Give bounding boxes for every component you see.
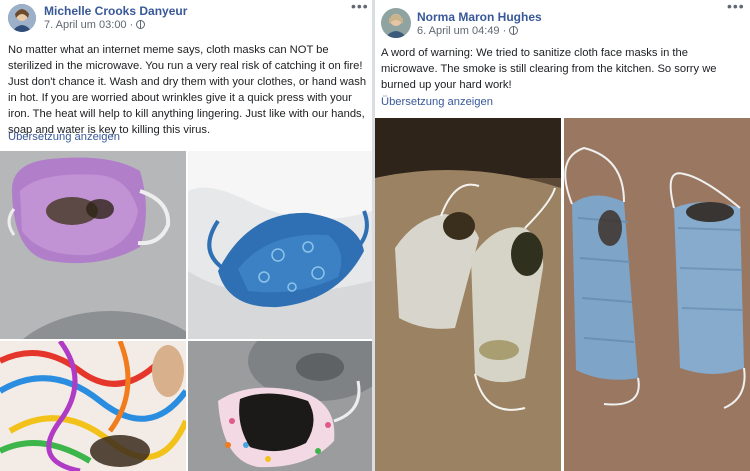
photo-burnt-surgical-masks[interactable] bbox=[564, 118, 750, 471]
more-options-icon[interactable]: ••• bbox=[727, 0, 745, 14]
post-timestamp[interactable]: 6. April um 04:49 · bbox=[417, 25, 519, 37]
author-name[interactable]: Norma Maron Hughes bbox=[417, 10, 542, 24]
timestamp-text[interactable]: 6. April um 04:49 · bbox=[417, 25, 506, 37]
photo-burnt-dotted-mask[interactable] bbox=[188, 341, 372, 471]
translate-link[interactable]: Übersetzung anzeigen bbox=[381, 96, 493, 108]
more-options-icon[interactable]: ••• bbox=[351, 0, 369, 14]
translate-link[interactable]: Übersetzung anzeigen bbox=[8, 131, 120, 143]
photo-rainbow-mask[interactable] bbox=[0, 341, 186, 471]
photo-sparkly-mask[interactable] bbox=[0, 151, 186, 339]
avatar[interactable] bbox=[381, 8, 411, 38]
photo-blue-mask[interactable] bbox=[188, 151, 372, 339]
post-timestamp[interactable]: 7. April um 03:00 · bbox=[44, 19, 146, 31]
post-body: A word of warning: We tried to sanitize … bbox=[381, 47, 717, 91]
globe-icon bbox=[136, 20, 146, 29]
post-body: No matter what an internet meme says, cl… bbox=[8, 44, 367, 136]
post-card-left: Michelle Crooks Danyeur 7. April um 03:0… bbox=[0, 0, 372, 471]
author-name[interactable]: Michelle Crooks Danyeur bbox=[44, 4, 187, 18]
avatar[interactable] bbox=[8, 4, 36, 32]
timestamp-text[interactable]: 7. April um 03:00 · bbox=[44, 19, 133, 31]
photo-burnt-white-masks[interactable] bbox=[375, 118, 561, 471]
post-card-right: Norma Maron Hughes 6. April um 04:49 · •… bbox=[375, 0, 750, 471]
globe-icon bbox=[509, 26, 519, 35]
